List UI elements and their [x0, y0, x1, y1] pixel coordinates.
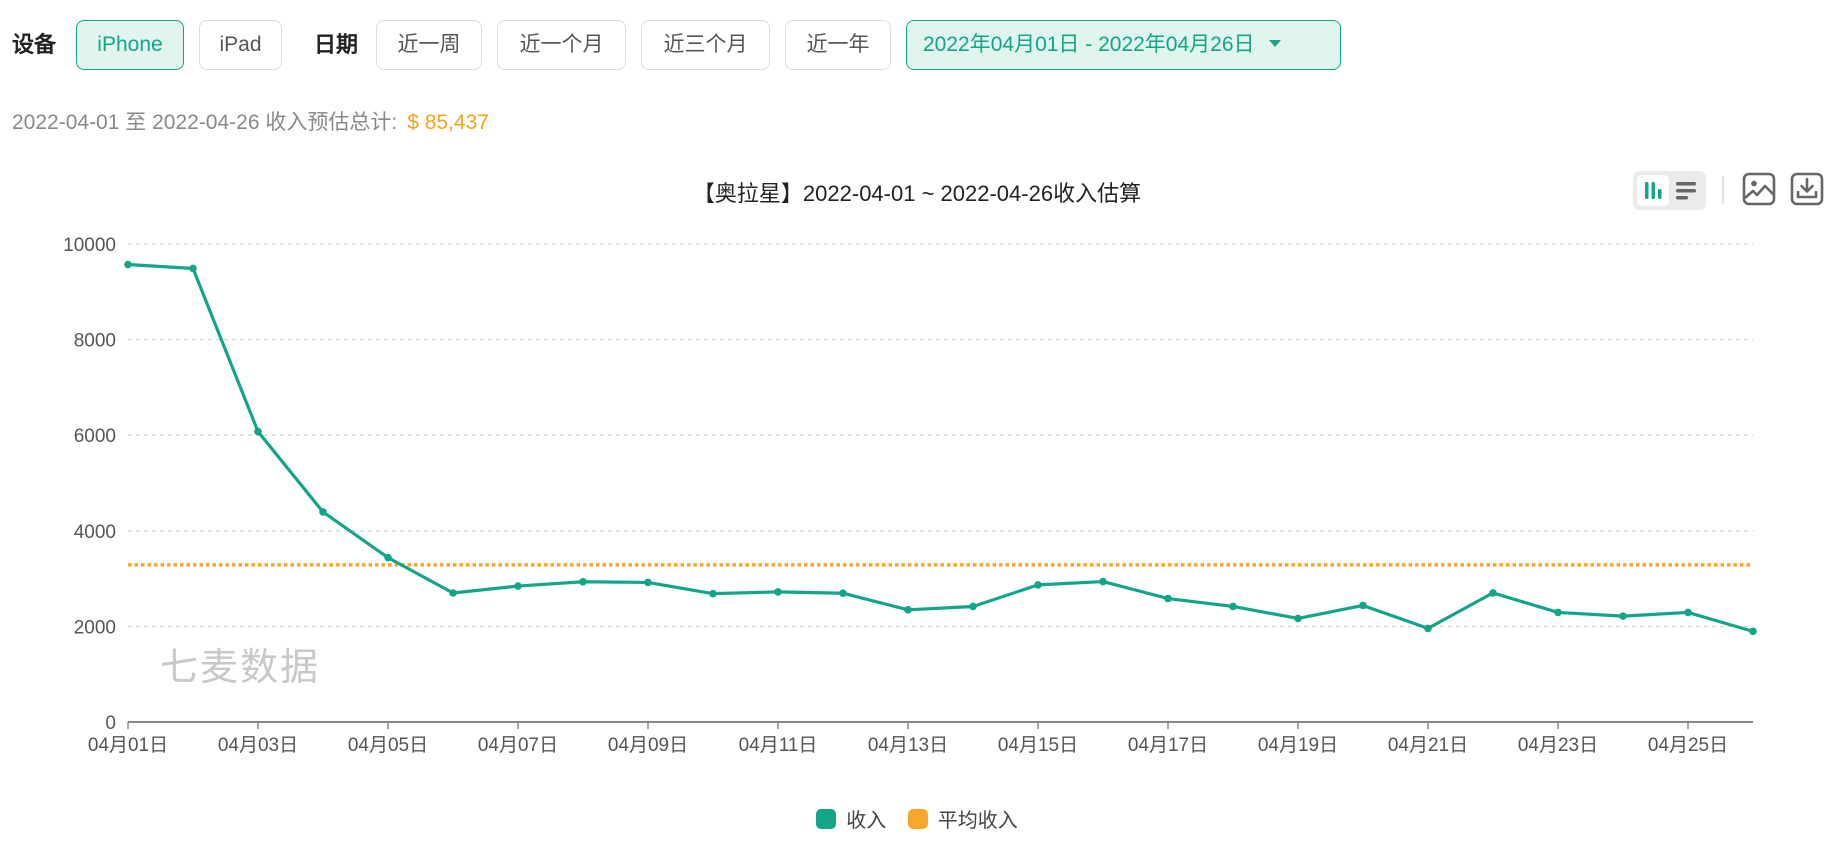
x-tick-label: 04月05日 — [348, 735, 428, 756]
income-data-point — [189, 264, 197, 273]
income-data-point — [384, 553, 392, 562]
x-tick-label: 04月03日 — [218, 735, 298, 756]
income-data-point — [774, 588, 782, 596]
legend-swatch-average — [907, 808, 928, 829]
income-data-point — [579, 577, 587, 586]
income-data-point — [514, 582, 522, 590]
x-tick-label: 04月13日 — [868, 735, 948, 756]
y-tick-label: 8000 — [74, 331, 116, 352]
income-data-point — [709, 589, 717, 598]
x-tick-label: 04月21日 — [1388, 735, 1468, 756]
legend-label-income: 收入 — [846, 810, 887, 832]
y-tick-label: 6000 — [74, 426, 116, 447]
revenue-line-chart: 0 2000 4000 6000 8000 10000 04月01日 04月03日 04月05… — [63, 235, 1757, 756]
income-data-point — [1554, 608, 1562, 617]
income-data-point — [1099, 577, 1107, 586]
x-tick-label: 04月23日 — [1518, 735, 1598, 756]
income-data-point — [644, 578, 652, 587]
x-tick-label: 04月15日 — [998, 735, 1078, 756]
x-tick-label: 04月01日 — [88, 735, 168, 756]
legend-label-average: 平均收入 — [937, 810, 1018, 832]
y-tick-label: 2000 — [74, 617, 116, 638]
x-tick-label: 04月09日 — [608, 735, 688, 756]
income-line — [127, 262, 1754, 633]
x-tick-label: 04月19日 — [1258, 735, 1338, 756]
income-data-point — [904, 606, 912, 614]
income-data-point — [1229, 602, 1237, 611]
legend-item-income[interactable]: 收入 — [816, 804, 886, 833]
income-data-point — [1749, 627, 1757, 636]
income-data-point — [1164, 594, 1172, 603]
income-data-point — [1684, 608, 1692, 617]
watermark: 七麦数据 — [160, 647, 321, 689]
y-tick-label: 0 — [105, 713, 116, 734]
x-tick-label: 04月25日 — [1648, 735, 1728, 756]
x-tick-label: 04月07日 — [478, 735, 558, 756]
legend-item-average[interactable]: 平均收入 — [907, 804, 1018, 833]
income-data-point — [1294, 614, 1302, 623]
y-tick-label: 10000 — [63, 235, 116, 256]
income-data-point — [1424, 624, 1432, 633]
income-data-point — [254, 427, 262, 436]
legend-swatch-income — [816, 808, 837, 829]
income-data-point — [1489, 589, 1497, 597]
income-data-point — [1619, 612, 1627, 620]
y-tick-label: 4000 — [74, 522, 116, 543]
income-data-point — [124, 260, 132, 269]
income-data-point — [839, 589, 847, 598]
chart-legend: 收入 平均收入 — [0, 804, 1834, 835]
x-tick-label: 04月11日 — [739, 735, 818, 756]
x-tick-label: 04月17日 — [1128, 735, 1208, 756]
income-data-point — [1359, 601, 1367, 610]
income-data-point — [969, 602, 977, 611]
income-data-point — [319, 508, 327, 516]
income-data-point — [449, 589, 457, 597]
income-data-point — [1034, 581, 1042, 589]
